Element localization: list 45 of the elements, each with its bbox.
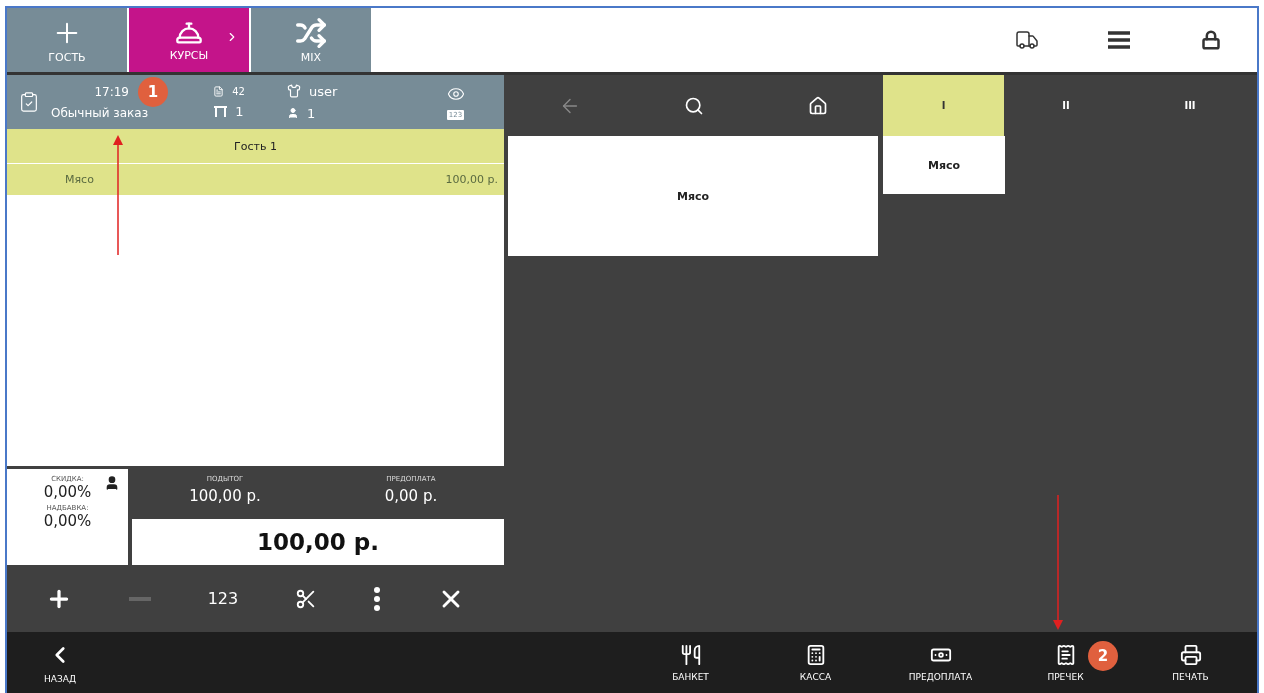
waiter-icon [287, 84, 301, 98]
menu-icon [1108, 31, 1130, 49]
lock-icon [1201, 30, 1221, 50]
quantity-button[interactable]: 123 [203, 585, 243, 612]
guest-count: 1 [307, 105, 316, 121]
course-tab[interactable]: I [883, 75, 1004, 136]
home-icon [808, 95, 828, 116]
order-item[interactable]: Мясо 100,00 р. [7, 164, 504, 195]
minus-icon [128, 596, 151, 601]
user-name: user [309, 83, 338, 99]
cutlery-icon [679, 643, 702, 666]
product-tile[interactable]: Мясо [508, 136, 878, 256]
person-icon [104, 475, 120, 491]
top-tab[interactable]: ГОСТЬ [7, 8, 129, 72]
course-tab[interactable]: II [1004, 75, 1128, 136]
more-icon [374, 586, 381, 611]
course-tab[interactable]: III [1128, 75, 1252, 136]
top-tab[interactable]: MIX [251, 8, 373, 72]
discount-value: 0,00% [43, 483, 92, 501]
markup-value: 0,00% [43, 512, 92, 530]
table-number: 1 [235, 103, 244, 119]
total-amount: 100,00 р. [132, 519, 504, 565]
table-icon [214, 105, 228, 117]
order-icon [18, 91, 40, 113]
item-price: 100,00 р. [445, 173, 498, 186]
shuffle-icon [295, 16, 327, 49]
top-tab[interactable]: КУРСЫ [129, 8, 251, 72]
back-button[interactable]: НАЗАД [35, 641, 85, 684]
prepayment-value: 0,00 р. [384, 487, 438, 505]
guest-header[interactable]: Гость 1 [7, 129, 504, 164]
subtotal-value: 100,00 р. [189, 487, 261, 505]
course-item[interactable]: Мясо [883, 136, 1005, 194]
action-button[interactable]: ПРЕДОПЛАТА [878, 643, 1003, 682]
truck-icon [1015, 28, 1039, 52]
printer-icon [1179, 643, 1202, 666]
action-button[interactable]: КАССА [753, 643, 878, 682]
order-type: Обычный заказ [51, 105, 149, 120]
item-name: Мясо [65, 173, 94, 186]
order-number: 42 [232, 85, 245, 97]
guest-icon [287, 107, 299, 119]
action-button[interactable]: ПЕЧАТЬ [1128, 643, 1253, 682]
receipt-icon [213, 85, 225, 97]
search-icon [684, 95, 704, 116]
order-time: 17:19 [94, 84, 129, 99]
action-button[interactable]: БАНКЕТ [628, 643, 753, 682]
